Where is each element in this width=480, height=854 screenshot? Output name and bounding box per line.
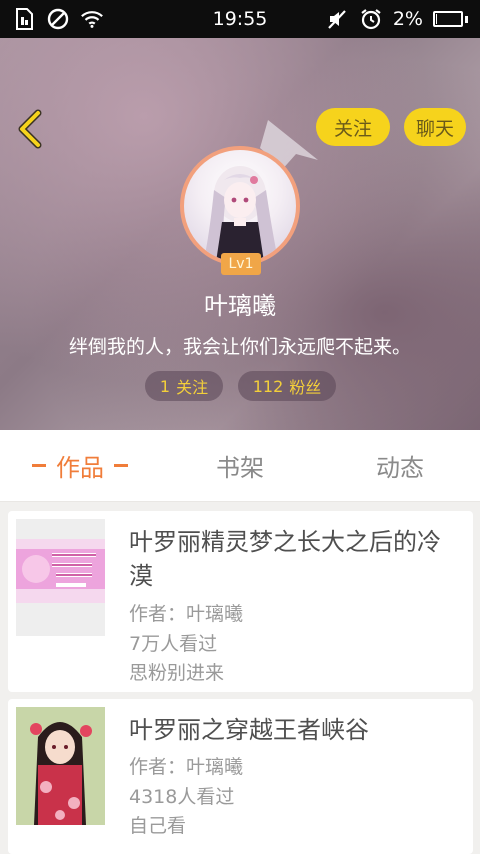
- work-title: 叶罗丽精灵梦之长大之后的冷漠: [129, 528, 441, 590]
- work-views: 7万人看过: [129, 633, 218, 655]
- work-author: 作者：叶璃曦: [129, 603, 244, 625]
- avatar-illustration: [204, 166, 278, 262]
- fans-label: 粉丝: [289, 378, 322, 397]
- user-name: 叶璃曦: [204, 292, 276, 320]
- level-badge: Lv1: [221, 253, 261, 275]
- battery-fill: [436, 14, 437, 24]
- battery-icon: [433, 11, 468, 27]
- work-author: 作者：叶璃曦: [129, 756, 244, 778]
- fans-count: 112: [252, 376, 284, 396]
- profile-tabs: 作品 书架 动态: [0, 430, 480, 502]
- status-left: [12, 7, 104, 31]
- no-disturb-icon: [46, 7, 70, 31]
- mute-icon: [325, 7, 349, 31]
- profile-header: 关注 聊天 Lv1 叶璃曦 绊倒我的人，我会让你们永远爬不起来。 1 关注 11…: [0, 38, 480, 430]
- sim-icon: [12, 7, 36, 31]
- following-count: 1: [159, 376, 171, 396]
- work-title: 叶罗丽之穿越王者峡谷: [129, 716, 369, 744]
- work-cover-image: [16, 707, 105, 825]
- following-count-button[interactable]: 1 关注: [145, 371, 223, 401]
- back-button[interactable]: [12, 108, 48, 150]
- following-label: 关注: [176, 378, 209, 397]
- work-description: 自己看: [129, 815, 187, 837]
- wifi-icon: [80, 7, 104, 31]
- chat-button[interactable]: 聊天: [404, 108, 466, 146]
- work-card[interactable]: 叶罗丽精灵梦之长大之后的冷漠 作者：叶璃曦 7万人看过 思粉别进来: [8, 511, 473, 692]
- work-card[interactable]: 叶罗丽之穿越王者峡谷 作者：叶璃曦 4318人看过 自己看: [8, 699, 473, 854]
- tab-indicator-left: [32, 464, 46, 467]
- chevron-left-icon: [18, 109, 42, 149]
- fans-count-button[interactable]: 112 粉丝: [238, 371, 336, 401]
- tab-bookshelf[interactable]: 书架: [160, 430, 320, 501]
- work-description: 思粉别进来: [129, 662, 225, 684]
- tab-label: 书架: [216, 454, 264, 482]
- tab-indicator-right: [114, 464, 128, 467]
- user-bio: 绊倒我的人，我会让你们永远爬不起来。: [68, 336, 411, 358]
- tab-works[interactable]: 作品: [0, 430, 160, 501]
- status-bar: 19:55 2%: [0, 0, 480, 38]
- battery-percent: 2%: [392, 8, 423, 30]
- work-views: 4318人看过: [129, 786, 235, 808]
- tab-activity[interactable]: 动态: [320, 430, 480, 501]
- work-cover-image: [16, 519, 105, 636]
- status-right: 2%: [325, 7, 468, 31]
- alarm-icon: [359, 7, 383, 31]
- tab-label: 动态: [376, 454, 424, 482]
- tab-label: 作品: [56, 454, 104, 482]
- follow-button[interactable]: 关注: [316, 108, 390, 146]
- avatar[interactable]: [180, 146, 300, 266]
